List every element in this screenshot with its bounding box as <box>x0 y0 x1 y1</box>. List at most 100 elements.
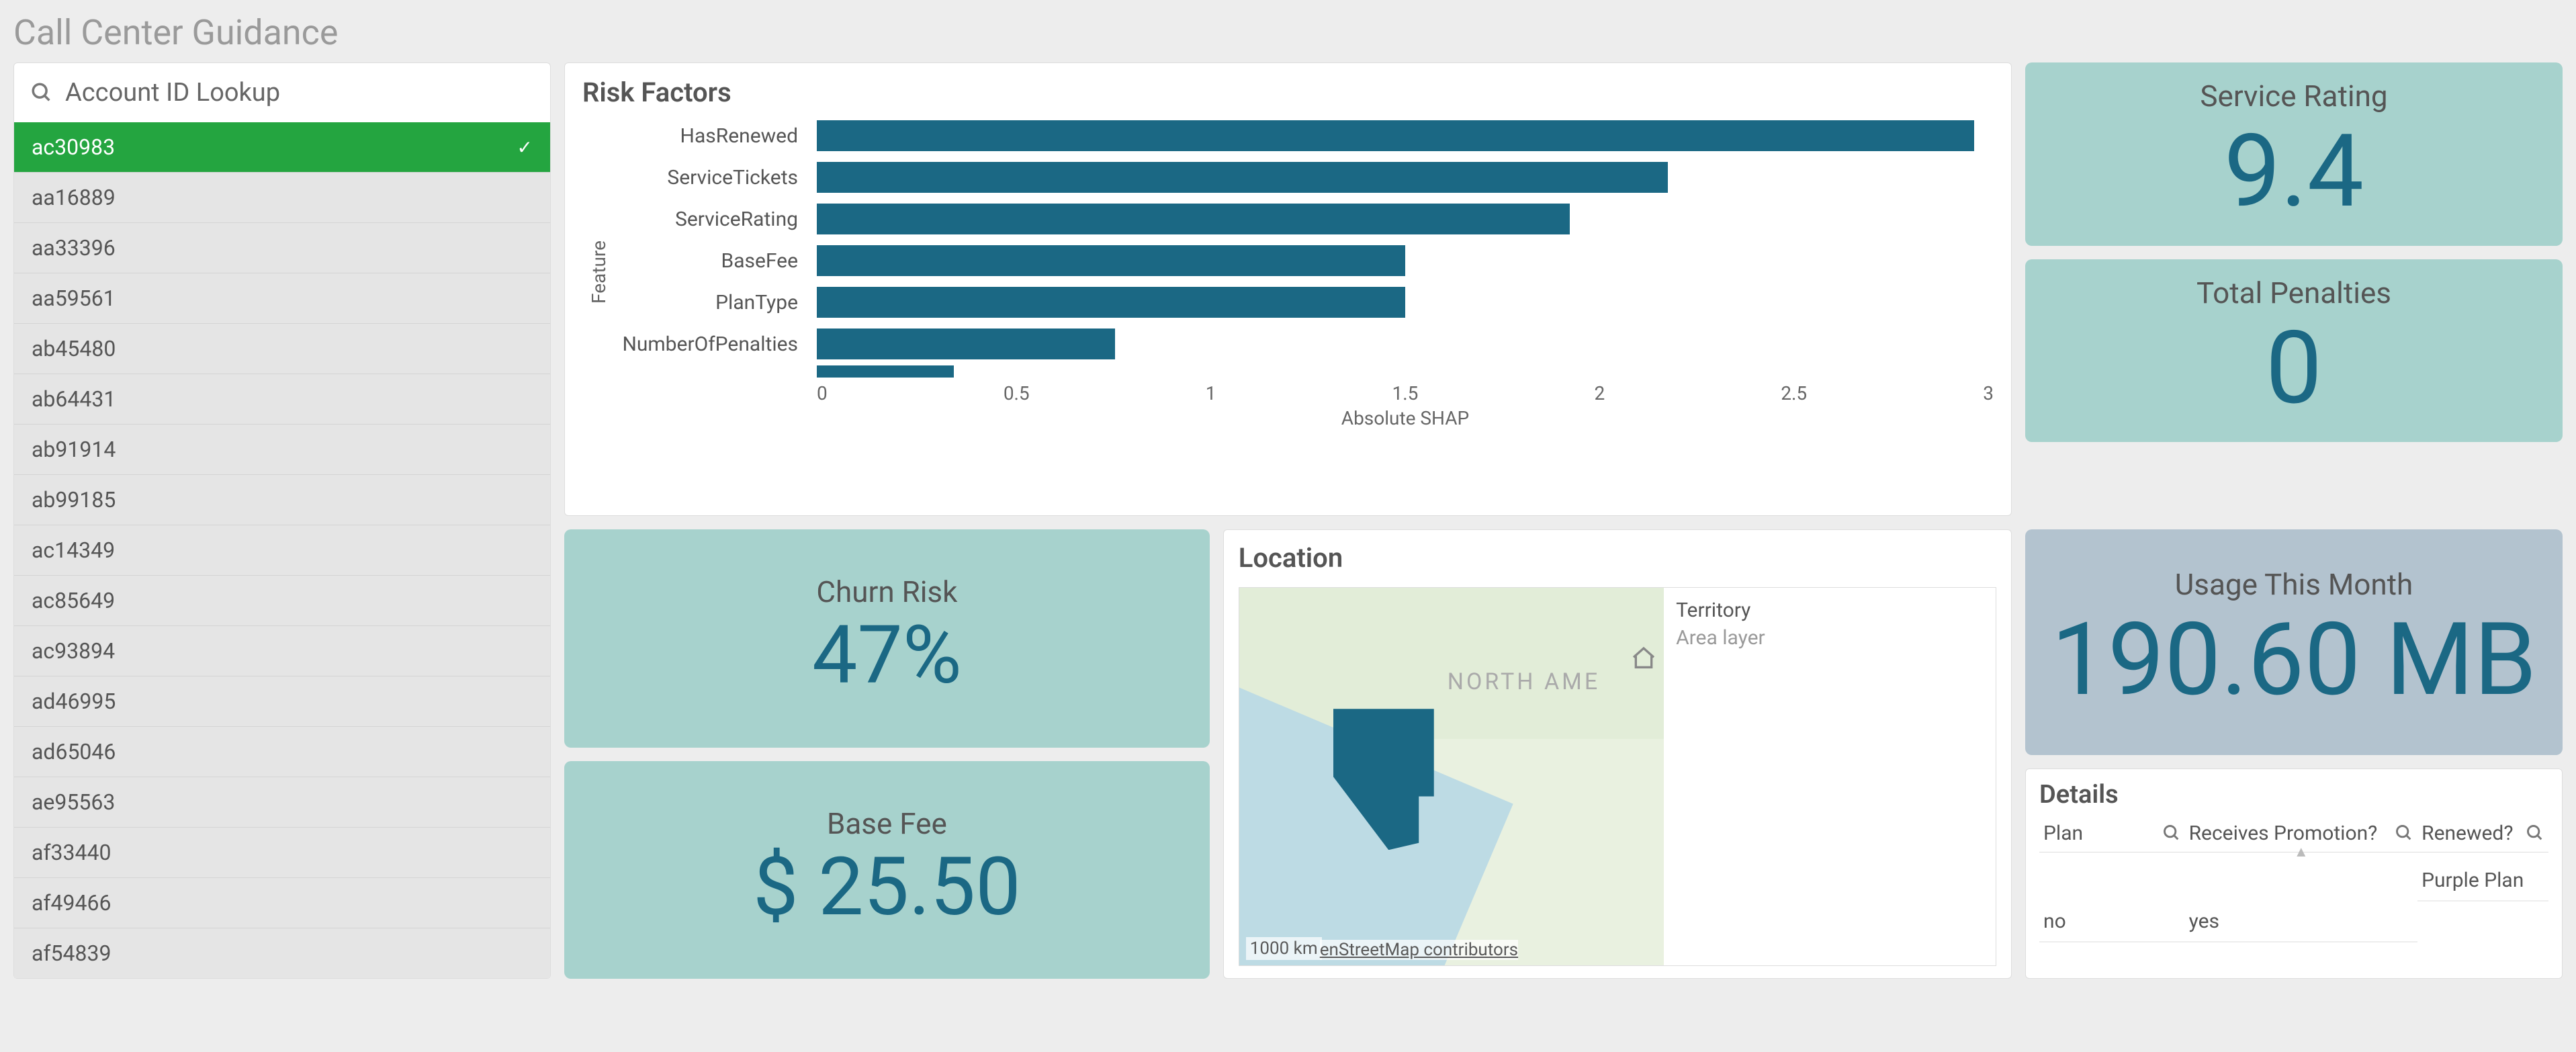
total-penalties-card: Total Penalties 0 <box>2025 259 2563 443</box>
account-id: af49466 <box>32 890 111 916</box>
account-id: af33440 <box>32 840 111 865</box>
chart-tick: 0 <box>817 382 828 404</box>
account-list-item[interactable]: af54839 <box>14 928 550 978</box>
chart-category-label: HasRenewed <box>615 124 817 148</box>
account-list-item[interactable]: ac30983 ✓ <box>14 122 550 172</box>
chart-bar <box>817 245 1405 276</box>
chart-x-axis: 0 0.5 1 1.5 2 2.5 3 <box>817 378 1994 404</box>
total-penalties-value: 0 <box>2032 310 2556 427</box>
churn-risk-card: Churn Risk 47% <box>564 529 1210 747</box>
details-scroll-cue: ▲ <box>2185 843 2418 861</box>
details-title: Details <box>2039 780 2548 815</box>
total-penalties-label: Total Penalties <box>2032 275 2556 310</box>
base-fee-label: Base Fee <box>571 806 1203 841</box>
base-fee-card: Base Fee $ 25.50 <box>564 761 1210 979</box>
chart-category-label: ServiceTickets <box>615 166 817 189</box>
details-panel: Details Plan Receives Promotion? Renewed… <box>2025 769 2563 979</box>
usage-label: Usage This Month <box>2032 567 2556 602</box>
chart-category-label: PlanType <box>615 291 817 314</box>
account-id: ac93894 <box>32 638 115 664</box>
account-id: ae95563 <box>32 789 115 815</box>
account-list-item[interactable]: ad46995 <box>14 676 550 726</box>
usage-card: Usage This Month 190.60 MB <box>2025 529 2563 754</box>
account-id: ac85649 <box>32 588 115 613</box>
account-id: ac14349 <box>32 537 115 563</box>
account-list-item[interactable]: ab45480 <box>14 323 550 374</box>
account-list-item[interactable]: ac85649 <box>14 575 550 625</box>
service-rating-value: 9.4 <box>2032 114 2556 230</box>
account-id: aa59561 <box>32 286 116 311</box>
map-legend-title: Territory <box>1676 599 1984 622</box>
service-rating-card: Service Rating 9.4 <box>2025 62 2563 246</box>
details-cell-promotion: no <box>2039 902 2185 943</box>
account-id: ad65046 <box>32 739 116 764</box>
details-header-plan[interactable]: Plan <box>2039 815 2185 852</box>
chart-tick: 1.5 <box>1392 382 1419 404</box>
chart-tick: 3 <box>1983 382 1994 404</box>
chart-row: ServiceTickets <box>615 157 1994 198</box>
service-rating-label: Service Rating <box>2032 79 2556 114</box>
chart-tick: 2.5 <box>1781 382 1807 404</box>
chart-bar <box>817 162 1668 193</box>
risk-factors-chart: HasRenewed ServiceTickets ServiceRating Bas… <box>615 115 1994 378</box>
details-header-renewed[interactable]: Renewed? <box>2417 815 2548 852</box>
chart-category-label: NumberOfPenalties <box>615 333 817 356</box>
chart-tick: 0.5 <box>1004 382 1030 404</box>
account-id: aa33396 <box>32 235 116 261</box>
account-id: ab64431 <box>32 386 116 412</box>
chart-tick: 2 <box>1594 382 1605 404</box>
account-id: aa16889 <box>32 185 116 210</box>
chart-x-axis-label: Absolute SHAP <box>817 404 1994 429</box>
churn-risk-label: Churn Risk <box>571 574 1203 609</box>
location-title: Location <box>1239 542 1996 574</box>
search-icon[interactable] <box>2162 824 2181 842</box>
chart-bar <box>817 328 1115 359</box>
search-icon[interactable] <box>2395 824 2413 842</box>
account-list-item[interactable]: af33440 <box>14 827 550 877</box>
account-lookup-panel: Account ID Lookup ac30983 ✓ aa16889 aa33396… <box>13 62 551 979</box>
account-list-item[interactable]: aa33396 <box>14 222 550 273</box>
chart-row: BaseFee <box>615 240 1994 281</box>
account-list-item[interactable]: af49466 <box>14 877 550 928</box>
account-list-item[interactable]: aa59561 <box>14 273 550 323</box>
account-id: ab91914 <box>32 437 116 462</box>
account-list-item[interactable]: ac14349 <box>14 525 550 575</box>
account-lookup-title: Account ID Lookup <box>65 78 280 107</box>
check-icon: ✓ <box>517 136 533 159</box>
account-id: ac30983 <box>32 134 115 160</box>
account-list-item[interactable]: ad65046 <box>14 726 550 777</box>
search-icon <box>30 81 53 104</box>
chart-row-partial <box>615 365 1994 378</box>
account-lookup-list[interactable]: ac30983 ✓ aa16889 aa33396 aa59561 ab45480 ab64… <box>14 122 550 978</box>
base-fee-value: $ 25.50 <box>571 841 1203 934</box>
chart-bar <box>817 287 1405 318</box>
location-panel: Location NORTH AME 1000 km enStreetMap c… <box>1223 529 2012 979</box>
chart-bar <box>817 204 1570 234</box>
search-icon[interactable] <box>2526 824 2544 842</box>
account-id: ad46995 <box>32 689 116 714</box>
page-title: Call Center Guidance <box>13 0 2563 62</box>
account-list-item[interactable]: ac93894 <box>14 625 550 676</box>
map-scale: 1000 km <box>1246 937 1322 960</box>
chart-category-label: BaseFee <box>615 249 817 273</box>
location-map[interactable]: NORTH AME 1000 km enStreetMap contributo… <box>1239 587 1996 966</box>
account-id: af54839 <box>32 940 111 966</box>
account-list-item[interactable]: ab91914 <box>14 424 550 474</box>
chart-tick: 1 <box>1206 382 1216 404</box>
account-list-item[interactable]: aa16889 <box>14 172 550 222</box>
account-list-item[interactable]: ab99185 <box>14 474 550 525</box>
chart-row: HasRenewed <box>615 115 1994 157</box>
map-home-icon[interactable] <box>1630 645 1657 674</box>
chart-row: ServiceRating <box>615 198 1994 240</box>
account-list-item[interactable]: ae95563 <box>14 777 550 827</box>
account-lookup-header: Account ID Lookup <box>14 63 550 122</box>
map-attribution[interactable]: enStreetMap contributors <box>1320 940 1518 960</box>
map-continent-label: NORTH AME <box>1448 668 1600 695</box>
chart-row: NumberOfPenalties <box>615 323 1994 365</box>
chart-bar <box>817 120 1974 151</box>
chart-y-axis-label: Feature <box>582 240 615 304</box>
map-legend-subtitle: Area layer <box>1676 622 1984 650</box>
risk-factors-panel: Risk Factors Feature HasRenewedServiceTi… <box>564 62 2012 516</box>
details-cell-plan: Purple Plan <box>2417 861 2548 902</box>
account-list-item[interactable]: ab64431 <box>14 374 550 424</box>
